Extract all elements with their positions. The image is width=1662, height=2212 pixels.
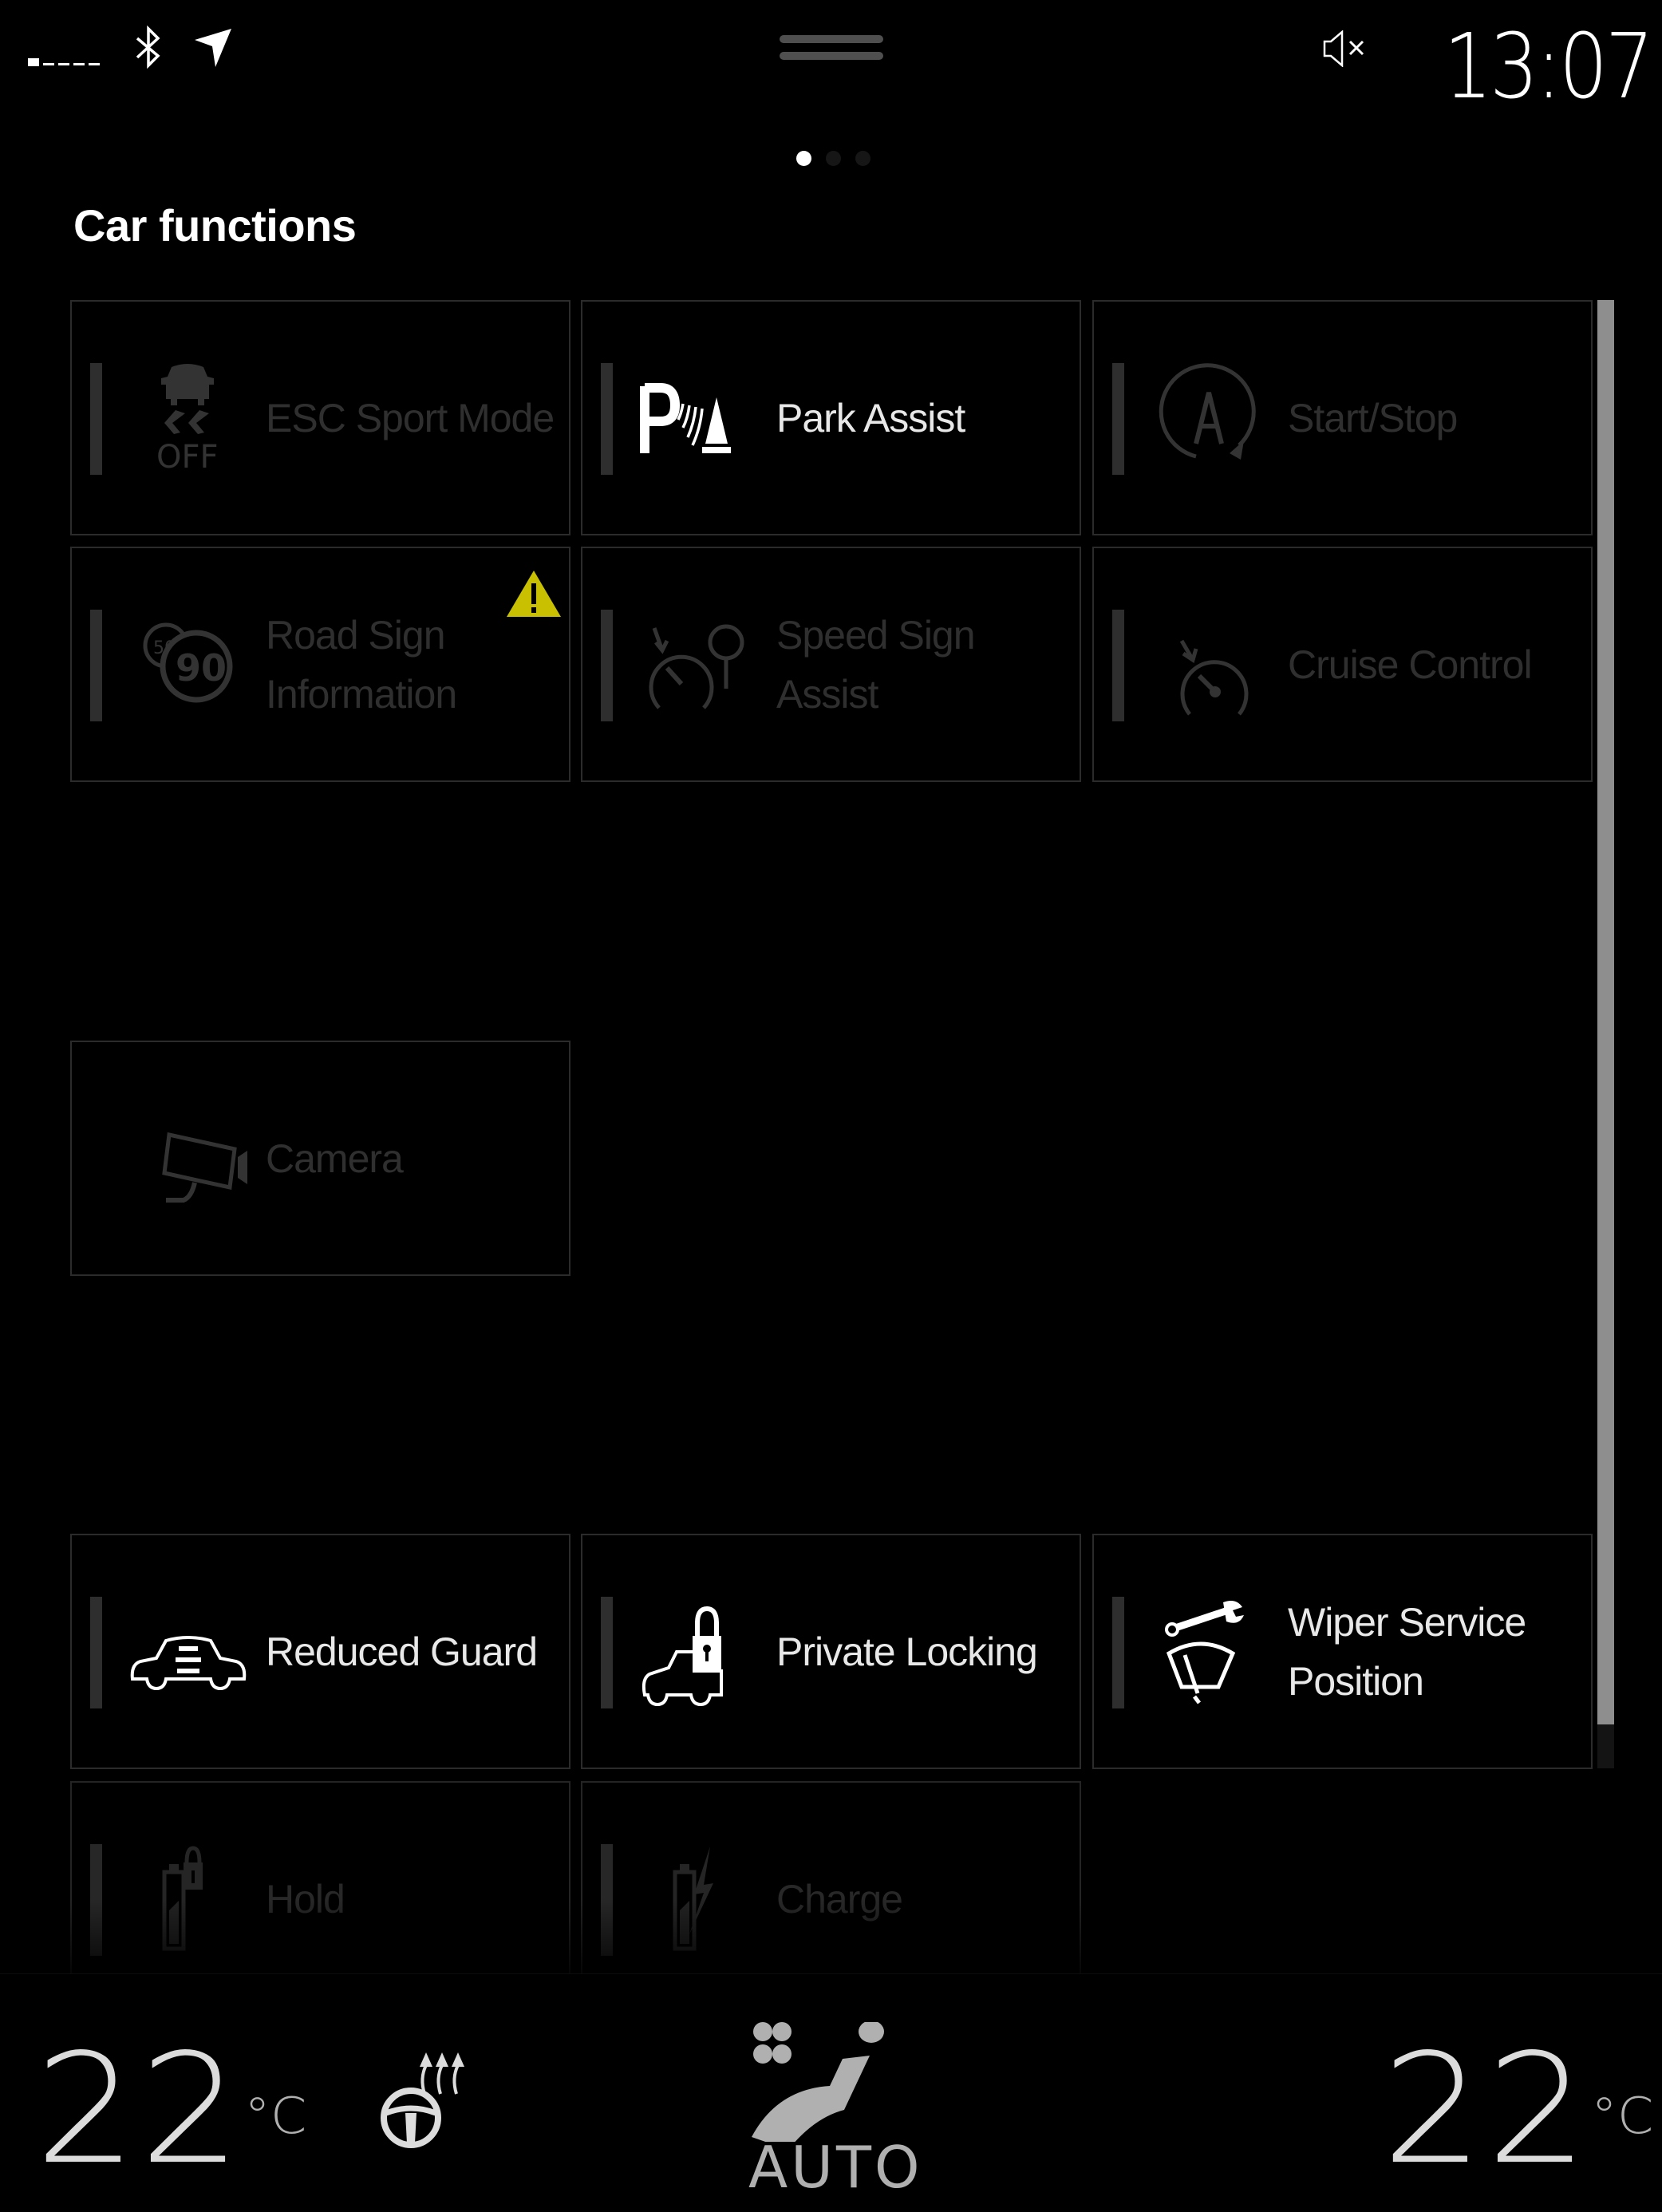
status-indicator xyxy=(601,1844,613,1956)
tile-label: Start/Stop xyxy=(1288,395,1458,440)
status-indicator xyxy=(1112,610,1124,721)
tile-park-assist[interactable]: Park Assist xyxy=(581,300,1081,535)
page-dot-2[interactable] xyxy=(826,151,841,166)
status-indicator xyxy=(1112,363,1124,475)
tile-camera[interactable]: Camera xyxy=(70,1041,570,1276)
tile-label: Cruise Control xyxy=(1288,642,1533,687)
page-dot-3[interactable] xyxy=(855,151,870,166)
passenger-temp-value: 22 xyxy=(1382,2021,1592,2198)
status-indicator xyxy=(90,1844,102,1956)
private-locking-icon xyxy=(642,1606,723,1707)
temp-unit: °C xyxy=(244,2087,307,2145)
reduced-guard-icon xyxy=(130,1636,247,1691)
fan-mode-auto[interactable]: AUTO xyxy=(748,2134,920,2201)
location-arrow-icon xyxy=(195,29,231,67)
status-indicator xyxy=(90,363,102,475)
tile-label: Road Sign Information xyxy=(266,612,457,717)
page-title: Car functions xyxy=(73,200,357,251)
status-indicator xyxy=(90,610,102,721)
tile-road-sign-information[interactable]: 50 90 Road Sign Information xyxy=(70,547,570,782)
status-indicator xyxy=(601,610,613,721)
wiper-service-icon xyxy=(1165,1601,1244,1704)
page-indicator[interactable] xyxy=(790,151,878,167)
battery-hold-icon xyxy=(162,1846,203,1951)
road-sign-icon: 50 90 xyxy=(143,622,233,703)
tile-label: Reduced Guard xyxy=(266,1629,538,1674)
speaker-muted-icon[interactable] xyxy=(1321,30,1371,67)
tile-label: Speed Sign Assist xyxy=(776,612,976,717)
tile-cruise-control[interactable]: Cruise Control xyxy=(1092,547,1593,782)
tile-start-stop[interactable]: Start/Stop xyxy=(1092,300,1593,535)
warning-icon xyxy=(507,571,561,617)
fan-seat-icon[interactable] xyxy=(750,2022,894,2142)
heated-steering-wheel-icon[interactable] xyxy=(375,2046,487,2150)
clock: 13:07 xyxy=(1443,15,1654,119)
driver-temp-value: 22 xyxy=(35,2021,245,2198)
esc-off-icon: OFF xyxy=(156,364,219,476)
passenger-temperature[interactable]: 22°C xyxy=(1382,2034,1653,2186)
park-assist-icon xyxy=(640,383,731,453)
tile-label: ESC Sport Mode xyxy=(266,395,555,440)
svg-text:90: 90 xyxy=(176,646,227,689)
status-indicator xyxy=(1112,1597,1124,1708)
start-stop-icon xyxy=(1159,363,1256,460)
tile-label: Park Assist xyxy=(776,395,965,440)
drag-handle[interactable] xyxy=(780,35,883,61)
tile-wiper-service-position[interactable]: Wiper Service Position xyxy=(1092,1534,1593,1769)
tile-private-locking[interactable]: Private Locking xyxy=(581,1534,1081,1769)
status-indicator xyxy=(601,1597,613,1708)
tile-label: Wiper Service Position xyxy=(1288,1599,1526,1704)
speed-sign-assist-icon xyxy=(649,624,744,709)
status-indicator xyxy=(90,1597,102,1708)
status-indicator xyxy=(601,363,613,475)
bluetooth-icon xyxy=(136,26,160,69)
tile-label: Private Locking xyxy=(776,1629,1038,1674)
tile-reduced-guard[interactable]: Reduced Guard xyxy=(70,1534,570,1769)
tile-label: Camera xyxy=(266,1136,404,1181)
scrollbar-thumb[interactable] xyxy=(1597,300,1614,1724)
climate-bar: 22°C AUTO 22°C xyxy=(0,1973,1662,2212)
cruise-control-icon xyxy=(1179,639,1249,716)
driver-temperature[interactable]: 22°C xyxy=(35,2034,306,2186)
svg-text:OFF: OFF xyxy=(156,439,219,476)
camera-icon xyxy=(162,1132,247,1203)
temp-unit: °C xyxy=(1591,2087,1654,2145)
tile-esc-sport-mode[interactable]: OFF ESC Sport Mode xyxy=(70,300,570,535)
page-dot-1[interactable] xyxy=(796,151,811,166)
battery-charge-icon xyxy=(673,1847,713,1951)
tile-speed-sign-assist[interactable]: Speed Sign Assist xyxy=(581,547,1081,782)
cellular-signal-icon xyxy=(28,58,101,68)
